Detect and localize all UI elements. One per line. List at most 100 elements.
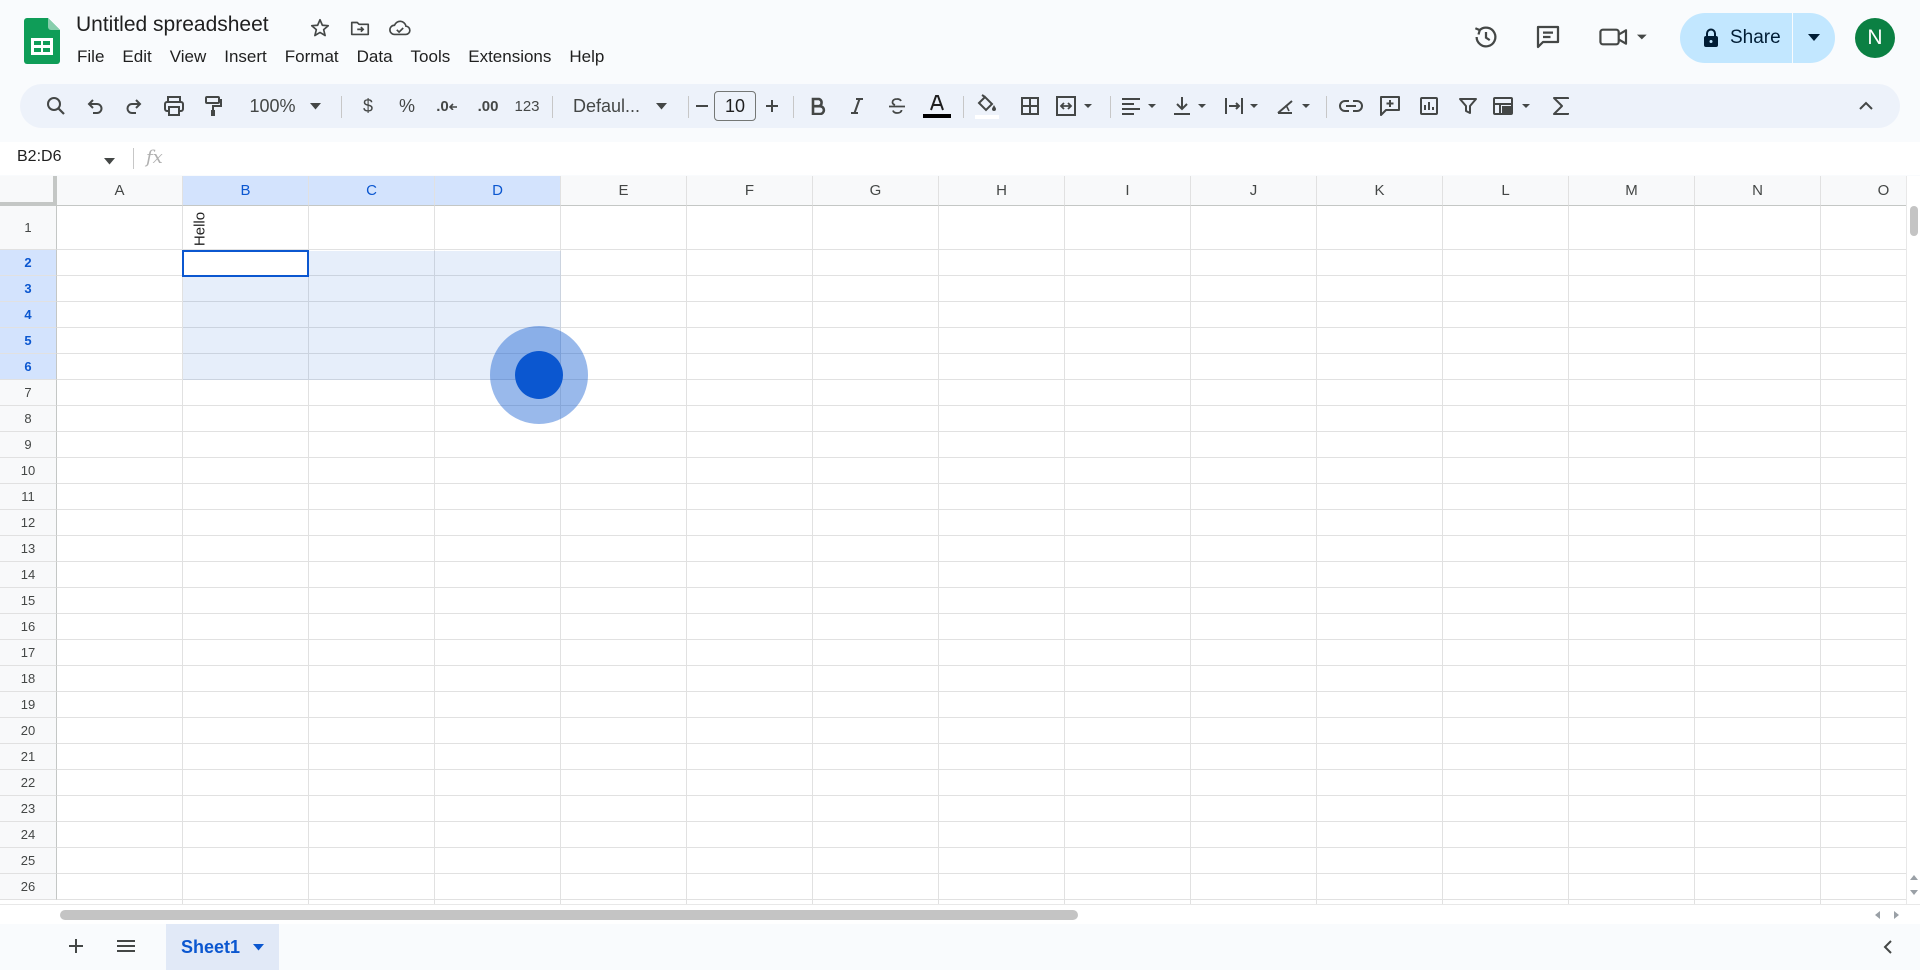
version-history-icon[interactable] xyxy=(1469,18,1503,56)
italic-icon[interactable] xyxy=(841,84,873,128)
search-menus-icon[interactable] xyxy=(40,84,72,128)
column-header-a[interactable]: A xyxy=(57,176,183,206)
menu-data[interactable]: Data xyxy=(348,44,402,70)
comments-icon[interactable] xyxy=(1531,18,1565,56)
row-header-21[interactable]: 21 xyxy=(0,744,57,770)
text-color-icon[interactable] xyxy=(920,84,954,128)
decrease-font-size-icon[interactable] xyxy=(690,84,714,128)
caret-down-icon[interactable] xyxy=(253,938,265,956)
column-header-l[interactable]: L xyxy=(1443,176,1569,206)
row-header-22[interactable]: 22 xyxy=(0,770,57,796)
column-header-k[interactable]: K xyxy=(1317,176,1443,206)
horizontal-scroll-thumb[interactable] xyxy=(60,910,1078,920)
scroll-right-icon[interactable] xyxy=(1894,911,1900,919)
increase-decimal-button[interactable]: .00 xyxy=(470,84,506,128)
add-sheet-icon[interactable] xyxy=(64,934,88,958)
share-main-button[interactable]: Share xyxy=(1680,13,1792,63)
star-icon[interactable] xyxy=(308,16,332,40)
row-header-13[interactable]: 13 xyxy=(0,536,57,562)
menu-format[interactable]: Format xyxy=(276,44,348,70)
row-header-18[interactable]: 18 xyxy=(0,666,57,692)
font-family-select[interactable]: Defaul... xyxy=(560,84,680,128)
sheets-logo-icon[interactable] xyxy=(24,18,60,64)
spreadsheet-grid[interactable]: A B C D E F G H I J K L M N O 1 2 3 4 5 6 7 8 9 10 11 12 13 14 15 16 17… xyxy=(0,176,1906,904)
row-header-19[interactable]: 19 xyxy=(0,692,57,718)
name-box[interactable]: B2:D6 xyxy=(17,148,61,166)
column-header-o[interactable]: O xyxy=(1821,176,1906,206)
row-header-10[interactable]: 10 xyxy=(0,458,57,484)
move-folder-icon[interactable] xyxy=(348,16,372,40)
column-header-i[interactable]: I xyxy=(1065,176,1191,206)
row-header-5[interactable]: 5 xyxy=(0,328,57,354)
menu-tools[interactable]: Tools xyxy=(402,44,460,70)
row-header-11[interactable]: 11 xyxy=(0,484,57,510)
merge-cells-icon[interactable] xyxy=(1053,84,1099,128)
column-header-c[interactable]: C xyxy=(309,176,435,206)
menu-extensions[interactable]: Extensions xyxy=(459,44,560,70)
share-dropdown-button[interactable] xyxy=(1793,13,1835,63)
undo-icon[interactable] xyxy=(79,84,111,128)
zoom-select[interactable]: 100% xyxy=(240,84,330,128)
account-avatar[interactable]: N xyxy=(1855,18,1895,58)
text-rotation-icon[interactable] xyxy=(1274,84,1318,128)
column-header-d[interactable]: D xyxy=(435,176,561,206)
row-header-9[interactable]: 9 xyxy=(0,432,57,458)
borders-icon[interactable] xyxy=(1013,84,1047,128)
vertical-align-icon[interactable] xyxy=(1170,84,1214,128)
column-header-h[interactable]: H xyxy=(939,176,1065,206)
bold-icon[interactable] xyxy=(802,84,834,128)
row-header-7[interactable]: 7 xyxy=(0,380,57,406)
scroll-up-icon[interactable] xyxy=(1910,874,1918,880)
row-header-16[interactable]: 16 xyxy=(0,614,57,640)
horizontal-scrollbar[interactable] xyxy=(0,904,1920,924)
column-header-n[interactable]: N xyxy=(1695,176,1821,206)
column-header-j[interactable]: J xyxy=(1191,176,1317,206)
menu-file[interactable]: File xyxy=(68,44,113,70)
row-header-2[interactable]: 2 xyxy=(0,250,57,276)
select-all-corner[interactable] xyxy=(0,176,57,206)
row-header-25[interactable]: 25 xyxy=(0,848,57,874)
share-button[interactable]: Share xyxy=(1680,13,1835,63)
horizontal-align-icon[interactable] xyxy=(1118,84,1162,128)
paint-format-icon[interactable] xyxy=(197,84,229,128)
percent-format-button[interactable]: % xyxy=(391,84,423,128)
row-header-15[interactable]: 15 xyxy=(0,588,57,614)
row-header-1[interactable]: 1 xyxy=(0,206,57,250)
row-header-8[interactable]: 8 xyxy=(0,406,57,432)
filter-views-icon[interactable] xyxy=(1490,84,1538,128)
document-title[interactable]: Untitled spreadsheet xyxy=(76,13,269,37)
row-header-24[interactable]: 24 xyxy=(0,822,57,848)
column-header-b[interactable]: B xyxy=(183,176,309,206)
scroll-left-icon[interactable] xyxy=(1874,911,1880,919)
scroll-down-icon[interactable] xyxy=(1910,890,1918,896)
cloud-saved-icon[interactable] xyxy=(388,16,412,40)
insert-link-icon[interactable] xyxy=(1334,84,1368,128)
functions-icon[interactable] xyxy=(1544,84,1578,128)
row-header-20[interactable]: 20 xyxy=(0,718,57,744)
side-panel-toggle-icon[interactable] xyxy=(1878,936,1898,958)
column-header-f[interactable]: F xyxy=(687,176,813,206)
row-header-3[interactable]: 3 xyxy=(0,276,57,302)
vertical-scrollbar[interactable] xyxy=(1906,176,1920,904)
menu-insert[interactable]: Insert xyxy=(215,44,276,70)
collapse-toolbar-icon[interactable] xyxy=(1850,84,1882,128)
text-wrapping-icon[interactable] xyxy=(1222,84,1266,128)
redo-icon[interactable] xyxy=(118,84,150,128)
sheet-tab-sheet1[interactable]: Sheet1 xyxy=(166,924,279,970)
column-header-e[interactable]: E xyxy=(561,176,687,206)
meet-video-icon[interactable] xyxy=(1598,18,1654,56)
menu-edit[interactable]: Edit xyxy=(113,44,160,70)
row-header-23[interactable]: 23 xyxy=(0,796,57,822)
font-size-input[interactable]: 10 xyxy=(714,91,756,121)
decrease-decimal-button[interactable]: .0 xyxy=(430,84,464,128)
row-header-14[interactable]: 14 xyxy=(0,562,57,588)
fill-color-icon[interactable] xyxy=(970,84,1004,128)
insert-chart-icon[interactable] xyxy=(1412,84,1446,128)
column-header-g[interactable]: G xyxy=(813,176,939,206)
insert-comment-icon[interactable] xyxy=(1373,84,1407,128)
column-header-m[interactable]: M xyxy=(1569,176,1695,206)
increase-font-size-icon[interactable] xyxy=(760,84,784,128)
caret-down-icon[interactable] xyxy=(104,152,115,170)
all-sheets-menu-icon[interactable] xyxy=(113,934,139,958)
row-header-4[interactable]: 4 xyxy=(0,302,57,328)
